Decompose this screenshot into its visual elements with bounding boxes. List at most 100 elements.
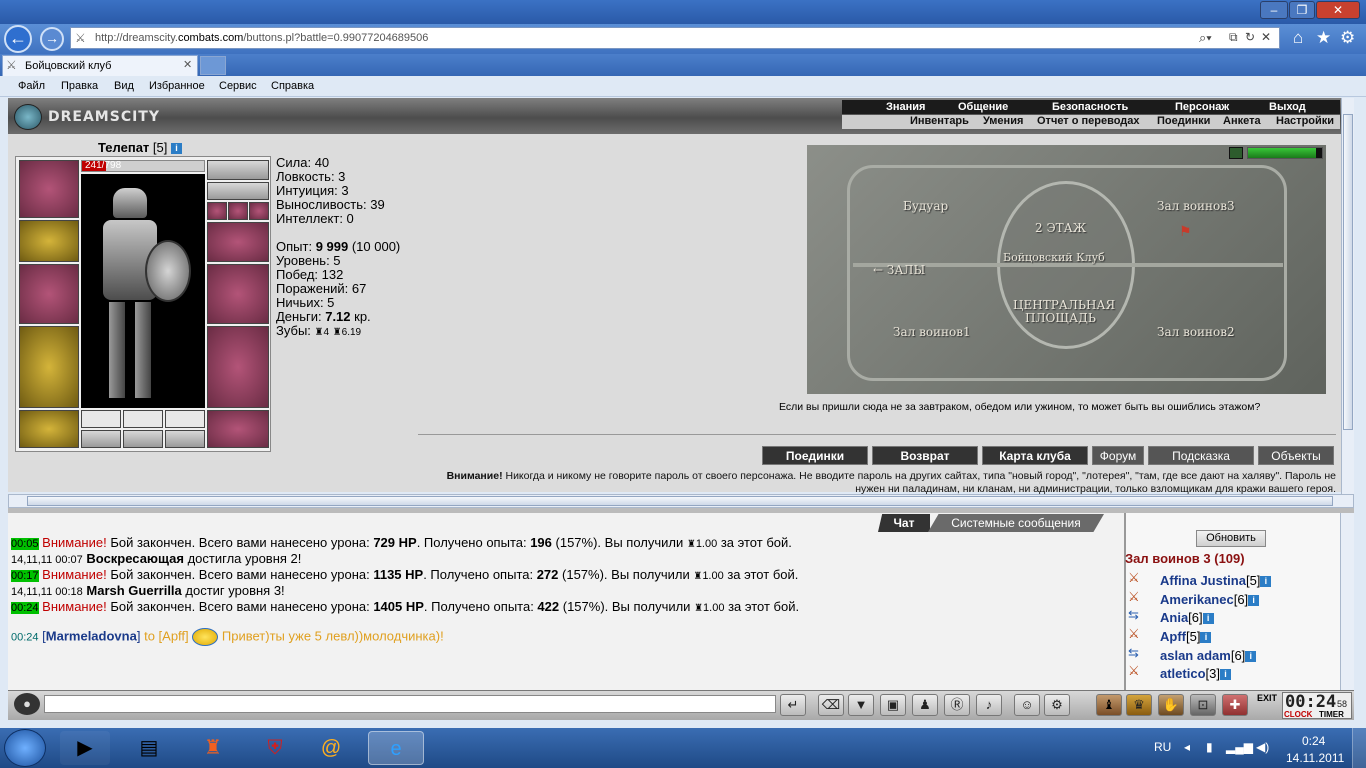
new-tab-button[interactable] [200,56,226,75]
forum-button[interactable]: Форум [1092,446,1144,465]
bracers-slot[interactable] [19,220,79,262]
gloves-slot[interactable] [207,222,269,262]
online-scrollbar[interactable] [1340,513,1354,690]
subnav-inventory[interactable]: Инвентарь [910,115,969,127]
hint-button[interactable]: Подсказка [1148,446,1254,465]
forward-button[interactable]: → [40,27,64,51]
leggings-slot[interactable] [207,326,269,408]
vertical-scrollbar[interactable] [1341,98,1354,494]
filter-icon[interactable]: ▼ [848,694,874,716]
weapon-slot[interactable] [19,264,79,324]
subnav-duels[interactable]: Поединки [1157,115,1210,127]
refresh-online-button[interactable]: Обновить [1196,530,1266,547]
map-halls[interactable]: ← ЗАЛЫ [873,263,925,277]
volume-icon[interactable]: ◀) [1256,740,1269,754]
maximize-button[interactable]: ❐ [1289,1,1315,19]
player-entry[interactable]: aslan adam[6] i [1160,648,1257,663]
close-window-button[interactable]: ✕ [1316,1,1360,19]
tray-time[interactable]: 0:24 [1302,734,1325,748]
tab-close-icon[interactable]: ✕ [183,58,192,71]
map-center-1[interactable]: ЦЕНТРАЛЬНАЯ [1013,298,1115,312]
menu-file[interactable]: Файл [18,80,45,92]
menu-favorites[interactable]: Избранное [149,80,205,92]
tray-expand-icon[interactable]: ◂ [1184,740,1190,754]
sound-icon[interactable]: ♪ [976,694,1002,716]
subnav-profile[interactable]: Анкета [1223,115,1261,127]
refresh-icon[interactable]: ↻ [1245,30,1255,44]
map-refresh-icon[interactable] [1229,147,1243,159]
spell-slot-1[interactable] [81,410,121,428]
boots-slot[interactable] [207,410,269,448]
media-player-icon[interactable]: ▶ [60,731,110,765]
nav-security[interactable]: Безопасность [1052,101,1128,113]
player-entry[interactable]: Ania[6] i [1160,610,1214,625]
nav-exit[interactable]: Выход [1269,101,1306,113]
armor-slot[interactable] [19,326,79,408]
favorites-icon[interactable]: ★ [1316,28,1331,48]
rune-slot-3[interactable] [165,430,205,448]
horizontal-scrollbar[interactable] [8,494,1354,508]
scrollbar-thumb[interactable] [27,496,1333,506]
menu-service[interactable]: Сервис [219,80,257,92]
rune-slot-1[interactable] [81,430,121,448]
game-app-icon[interactable]: ♜ [188,731,238,765]
minimize-button[interactable]: – [1260,1,1288,19]
map-hall3[interactable]: Зал воинов3 [1157,199,1235,213]
map-club[interactable]: Бойцовский Клуб [1003,251,1105,264]
language-indicator[interactable]: RU [1154,740,1171,754]
amulet-slot[interactable] [207,182,269,200]
ring-slot-1[interactable] [207,202,227,220]
inventory-bag-icon[interactable]: ♝ [1096,694,1122,716]
clock-label[interactable]: CLOCK [1284,710,1312,719]
tools-gear-icon[interactable]: ⚙ [1340,28,1355,48]
subnav-skills[interactable]: Умения [983,115,1023,127]
map-center-2[interactable]: ПЛОЩАДЬ [1025,311,1096,325]
tab-system-messages[interactable]: Системные сообщения [928,514,1104,532]
nav-communication[interactable]: Общение [958,101,1008,113]
home-icon[interactable]: ⌂ [1293,28,1303,48]
player-entry[interactable]: Apff[5] i [1160,629,1212,644]
character-info-icon[interactable]: i [171,143,183,155]
map-boudoir[interactable]: Будуар [903,199,948,213]
subnav-settings[interactable]: Настройки [1276,115,1334,127]
ring-slot-3[interactable] [249,202,269,220]
shield-slot[interactable] [207,264,269,324]
chat-sender[interactable]: Marmeladovna [46,628,137,643]
explorer-folder-icon[interactable]: ▤ [124,731,174,765]
tray-date[interactable]: 14.11.2011 [1286,751,1344,765]
menu-edit[interactable]: Правка [61,80,98,92]
ring-slot-2[interactable] [228,202,248,220]
compat-view-icon[interactable]: ⧉ [1229,30,1238,45]
duels-button[interactable]: Поединки [762,446,868,465]
smiles-icon[interactable]: ☺ [1014,694,1040,716]
map-hall2[interactable]: Зал воинов2 [1157,325,1235,339]
mail-agent-icon[interactable]: @ [306,731,356,765]
player-entry[interactable]: atletico[3] i [1160,666,1231,681]
start-button[interactable] [4,729,46,767]
return-button[interactable]: Возврат [872,446,978,465]
belt-slot[interactable] [19,410,79,448]
character-avatar[interactable] [81,174,205,408]
character-name[interactable]: Телепат [98,140,149,155]
subnav-transfers[interactable]: Отчет о переводах [1037,115,1140,127]
save-icon[interactable]: ▣ [880,694,906,716]
exit-button[interactable]: EXIT [1256,693,1278,715]
menu-view[interactable]: Вид [114,80,134,92]
helmet-slot[interactable] [19,160,79,218]
player-entry[interactable]: Amerikanec[6] i [1160,592,1260,607]
club-map-button[interactable]: Карта клуба [982,446,1088,465]
chat-mode-icon[interactable]: ● [14,693,40,715]
map-hall1[interactable]: Зал воинов1 [893,325,971,339]
earring-slot[interactable] [207,160,269,180]
antivirus-icon[interactable]: ⛨ [250,731,300,765]
objects-button[interactable]: Объекты [1258,446,1334,465]
spell-slot-3[interactable] [165,410,205,428]
chat-settings-icon[interactable]: ⚙ [1044,694,1070,716]
fighter-icon[interactable]: ♟ [912,694,938,716]
vscroll-thumb[interactable] [1343,114,1353,430]
network-icon[interactable]: ▂▄▆ [1226,740,1253,754]
menu-help[interactable]: Справка [271,80,314,92]
address-bar[interactable]: ⚔ http://dreamscity.combats.com/buttons.… [70,27,1280,49]
spell-slot-2[interactable] [123,410,163,428]
internet-explorer-icon[interactable]: e [368,731,424,765]
